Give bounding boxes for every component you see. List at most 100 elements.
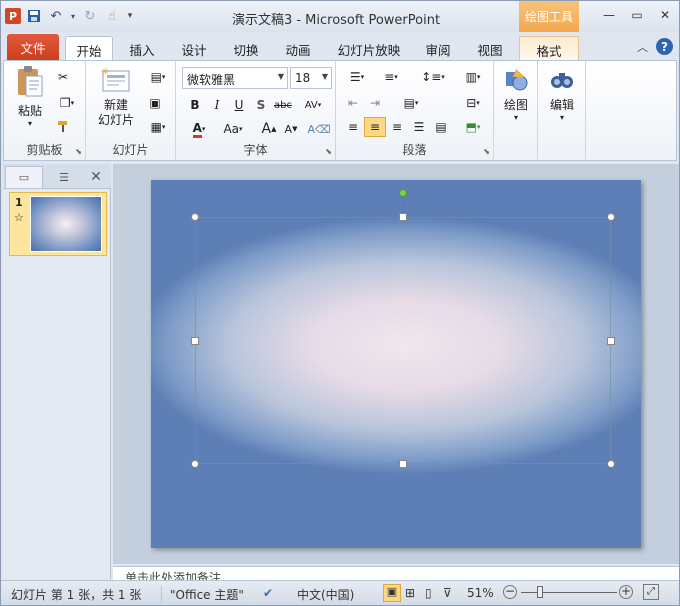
tab-insert[interactable]: 插入: [119, 36, 165, 60]
selected-shape-outline[interactable]: [195, 217, 611, 464]
paste-dropdown-icon[interactable]: ▾: [10, 119, 50, 128]
restore-icon[interactable]: ▭: [623, 5, 651, 25]
tab-transitions[interactable]: 切换: [223, 36, 269, 60]
clipboard-dialog-launcher-icon[interactable]: ⬊: [75, 147, 82, 156]
decrease-indent-icon[interactable]: ⇤: [342, 93, 364, 113]
outline-tab-icon[interactable]: ☰: [45, 166, 83, 188]
close-panel-icon[interactable]: ✕: [83, 166, 109, 188]
slides-panel: ▭ ☰ ✕ 1 ☆: [3, 164, 111, 579]
change-case-icon[interactable]: Aa ▾: [218, 119, 248, 139]
slide-thumbnail[interactable]: [30, 196, 102, 252]
align-right-icon[interactable]: ≡: [386, 117, 408, 137]
smartart-icon[interactable]: ⬒ ▾: [458, 117, 488, 137]
underline-icon[interactable]: U: [228, 95, 250, 115]
resize-handle-bottom[interactable]: [399, 460, 407, 468]
slide-sorter-icon[interactable]: ⊞: [405, 586, 415, 600]
tab-view[interactable]: 视图: [467, 36, 513, 60]
drawing-dropdown-icon[interactable]: ▾: [498, 113, 534, 122]
customize-qat-icon[interactable]: ▾: [125, 7, 135, 25]
resize-handle-bottom-left[interactable]: [191, 460, 199, 468]
drawing-button[interactable]: 绘图 ▾: [498, 67, 534, 122]
cut-icon[interactable]: ✂: [52, 67, 74, 87]
slide-thumbnail-item[interactable]: 1 ☆: [9, 192, 107, 256]
font-name-combobox[interactable]: 微软雅黑 ▼: [182, 67, 288, 89]
resize-handle-right[interactable]: [607, 337, 615, 345]
rotation-handle[interactable]: [399, 189, 407, 197]
align-left-icon[interactable]: ≡: [342, 117, 364, 137]
notes-pane[interactable]: 单击此处添加备注: [113, 566, 679, 580]
layout-icon[interactable]: ▤ ▾: [144, 67, 172, 87]
new-slide-label: 新建 幻灯片: [97, 98, 134, 127]
resize-handle-top-right[interactable]: [607, 213, 615, 221]
reset-slide-icon[interactable]: ▣: [144, 93, 166, 113]
powerpoint-app-icon[interactable]: P: [5, 8, 21, 24]
bold-icon[interactable]: B: [184, 95, 206, 115]
save-icon[interactable]: [25, 7, 43, 25]
minimize-icon[interactable]: —: [595, 5, 623, 25]
bullets-icon[interactable]: ☰ ▾: [342, 67, 372, 87]
new-slide-button[interactable]: ✳ 新建 幻灯片: [92, 65, 140, 128]
resize-handle-bottom-right[interactable]: [607, 460, 615, 468]
numbering-icon[interactable]: ≡ ▾: [376, 67, 406, 87]
font-dialog-launcher-icon[interactable]: ⬊: [325, 147, 332, 156]
fit-to-window-icon[interactable]: ⤢: [643, 584, 659, 600]
shadow-icon[interactable]: S: [250, 95, 272, 115]
touch-mode-icon[interactable]: ☝: [103, 7, 121, 25]
decrease-font-size-icon[interactable]: A ▼: [280, 119, 302, 139]
normal-view-icon[interactable]: ▣: [383, 584, 401, 602]
tab-home[interactable]: 开始: [65, 36, 113, 60]
copy-icon[interactable]: ❐ ▾: [52, 93, 82, 113]
strikethrough-icon[interactable]: abc: [272, 95, 294, 115]
tab-design[interactable]: 设计: [171, 36, 217, 60]
undo-icon[interactable]: ↶: [47, 7, 65, 25]
text-direction-icon[interactable]: ▤ ▾: [396, 93, 426, 113]
resize-handle-top[interactable]: [399, 213, 407, 221]
font-size-combobox[interactable]: 18 ▼: [290, 67, 332, 89]
font-group-label: 字体: [243, 143, 268, 157]
line-spacing-icon[interactable]: ↕≡ ▾: [418, 67, 448, 87]
resize-handle-left[interactable]: [191, 337, 199, 345]
help-icon[interactable]: ?: [656, 38, 673, 55]
tab-file[interactable]: 文件: [7, 34, 59, 60]
undo-dropdown-icon[interactable]: ▾: [69, 7, 77, 25]
reading-view-icon[interactable]: ▯: [425, 586, 432, 600]
zoom-slider-thumb[interactable]: [537, 586, 543, 598]
paragraph-dialog-launcher-icon[interactable]: ⬊: [483, 147, 490, 156]
window-controls: — ▭ ✕: [595, 5, 679, 25]
close-icon[interactable]: ✕: [651, 5, 679, 25]
slide[interactable]: [151, 180, 641, 548]
zoom-slider-track[interactable]: [521, 592, 617, 593]
tab-animations[interactable]: 动画: [275, 36, 321, 60]
columns-icon[interactable]: ▥ ▾: [458, 67, 488, 87]
justify-icon[interactable]: ☰: [408, 117, 430, 137]
increase-font-size-icon[interactable]: A ▲: [258, 119, 280, 139]
paste-button[interactable]: 粘贴 ▾: [10, 65, 50, 128]
zoom-in-icon[interactable]: +: [619, 585, 633, 599]
slideshow-view-icon[interactable]: ⊽: [443, 586, 452, 600]
slides-tab-icon[interactable]: ▭: [5, 166, 43, 188]
font-color-icon[interactable]: A ▾: [184, 119, 214, 139]
character-spacing-icon[interactable]: AV ▾: [298, 95, 328, 115]
align-text-icon[interactable]: ⊟ ▾: [458, 93, 488, 113]
format-painter-icon[interactable]: [52, 117, 74, 137]
collapse-ribbon-icon[interactable]: ︿: [637, 39, 648, 55]
redo-icon[interactable]: ↻: [81, 7, 99, 25]
increase-indent-icon[interactable]: ⇥: [364, 93, 386, 113]
clipboard-group: 粘贴 ▾ ✂ ❐ ▾ 剪贴板 ⬊: [4, 61, 86, 160]
theme-status[interactable]: "Office 主题": [161, 586, 244, 603]
section-icon[interactable]: ▦ ▾: [144, 117, 172, 137]
zoom-out-icon[interactable]: −: [503, 585, 517, 599]
zoom-level[interactable]: 51%: [467, 586, 494, 600]
editing-button[interactable]: 编辑 ▾: [544, 67, 580, 122]
resize-handle-top-left[interactable]: [191, 213, 199, 221]
tab-format[interactable]: 格式: [519, 36, 579, 60]
distributed-icon[interactable]: ▤: [430, 117, 452, 137]
tab-slideshow[interactable]: 幻灯片放映: [331, 36, 407, 60]
language-status[interactable]: 中文(中国): [297, 586, 354, 603]
tab-review[interactable]: 审阅: [415, 36, 461, 60]
clear-formatting-icon[interactable]: A⌫: [307, 119, 330, 139]
italic-icon[interactable]: I: [206, 95, 228, 115]
spell-check-icon[interactable]: ✔: [263, 586, 273, 600]
align-center-icon[interactable]: ≡: [364, 117, 386, 137]
editing-dropdown-icon[interactable]: ▾: [544, 113, 580, 122]
